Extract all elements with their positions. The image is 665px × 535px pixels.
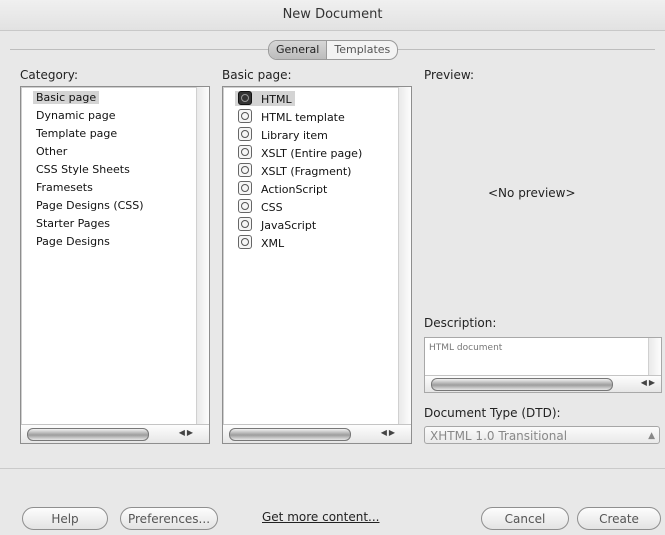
category-item[interactable]: CSS Style Sheets xyxy=(36,163,130,176)
page-type-label: XSLT (Fragment) xyxy=(261,165,352,178)
category-item[interactable]: Page Designs (CSS) xyxy=(36,199,144,212)
horizontal-scrollbar[interactable]: ◀▶ xyxy=(425,375,661,392)
category-list[interactable]: Basic page Dynamic page Template page Ot… xyxy=(20,86,210,444)
help-button[interactable]: Help xyxy=(22,507,108,530)
scroll-arrows-icon[interactable]: ◀▶ xyxy=(381,428,397,437)
page-type-item[interactable]: XML xyxy=(238,235,284,250)
page-type-item[interactable]: HTML template xyxy=(238,109,345,124)
page-type-item[interactable]: XSLT (Fragment) xyxy=(238,163,351,178)
file-icon xyxy=(238,217,252,231)
category-item[interactable]: Dynamic page xyxy=(36,109,115,122)
doctype-value: XHTML 1.0 Transitional xyxy=(430,429,568,443)
horizontal-scrollbar[interactable]: ◀▶ xyxy=(223,424,411,443)
basic-page-list[interactable]: HTML HTML template Library item XSLT (En… xyxy=(222,86,412,444)
category-item[interactable]: Other xyxy=(36,145,67,158)
category-label: Category: xyxy=(20,68,78,82)
file-icon xyxy=(238,127,252,141)
basic-page-label: Basic page: xyxy=(222,68,292,82)
file-icon xyxy=(238,235,252,249)
tab-general[interactable]: General xyxy=(269,41,327,59)
updown-chevron-icon: ▲ xyxy=(648,431,655,441)
tab-bar: General Templates xyxy=(268,40,399,60)
page-type-label: CSS xyxy=(261,201,283,214)
file-icon xyxy=(238,163,252,177)
new-document-dialog: New Document General Templates Category:… xyxy=(0,0,665,535)
description-text: HTML document xyxy=(429,343,503,353)
page-type-item[interactable]: CSS xyxy=(238,199,283,214)
create-button[interactable]: Create xyxy=(577,507,661,530)
category-item[interactable]: Page Designs xyxy=(36,235,110,248)
page-type-item[interactable]: JavaScript xyxy=(238,217,316,232)
get-more-content-link[interactable]: Get more content... xyxy=(262,510,380,524)
window-title: New Document xyxy=(0,0,665,31)
scroll-arrows-icon[interactable]: ◀▶ xyxy=(641,378,657,387)
footer-divider xyxy=(0,468,665,469)
file-icon xyxy=(238,109,252,123)
horizontal-scrollbar[interactable]: ◀▶ xyxy=(21,424,209,443)
page-type-item[interactable]: ActionScript xyxy=(238,181,327,196)
page-type-item[interactable]: XSLT (Entire page) xyxy=(238,145,362,160)
page-type-item[interactable]: HTML xyxy=(235,91,295,106)
file-icon xyxy=(238,181,252,195)
page-type-label: HTML xyxy=(261,93,292,106)
preferences-button[interactable]: Preferences... xyxy=(120,507,218,530)
category-item[interactable]: Basic page xyxy=(33,91,100,104)
no-preview-text: <No preview> xyxy=(488,186,576,200)
category-item[interactable]: Starter Pages xyxy=(36,217,110,230)
page-type-label: HTML template xyxy=(261,111,345,124)
preview-label: Preview: xyxy=(424,68,475,82)
vertical-scrollbar[interactable] xyxy=(196,87,209,425)
file-icon xyxy=(238,199,252,213)
scroll-arrows-icon[interactable]: ◀▶ xyxy=(179,428,195,437)
doctype-label: Document Type (DTD): xyxy=(424,406,561,420)
vertical-scrollbar[interactable] xyxy=(648,338,661,376)
description-box: HTML document ◀▶ xyxy=(424,337,662,393)
file-icon xyxy=(238,145,252,159)
page-type-item[interactable]: Library item xyxy=(238,127,328,142)
scroll-thumb[interactable] xyxy=(229,428,351,441)
category-item[interactable]: Template page xyxy=(36,127,117,140)
scroll-thumb[interactable] xyxy=(27,428,149,441)
scroll-thumb[interactable] xyxy=(431,378,613,391)
page-type-label: ActionScript xyxy=(261,183,328,196)
page-type-label: XML xyxy=(261,237,285,250)
doctype-select[interactable]: XHTML 1.0 Transitional ▲ xyxy=(424,426,660,444)
file-icon xyxy=(238,91,252,105)
page-type-label: XSLT (Entire page) xyxy=(261,147,363,160)
vertical-scrollbar[interactable] xyxy=(398,87,411,425)
description-label: Description: xyxy=(424,316,497,330)
tab-templates[interactable]: Templates xyxy=(326,41,397,59)
category-item[interactable]: Framesets xyxy=(36,181,93,194)
page-type-label: JavaScript xyxy=(261,219,317,232)
page-type-label: Library item xyxy=(261,129,328,142)
cancel-button[interactable]: Cancel xyxy=(481,507,569,530)
